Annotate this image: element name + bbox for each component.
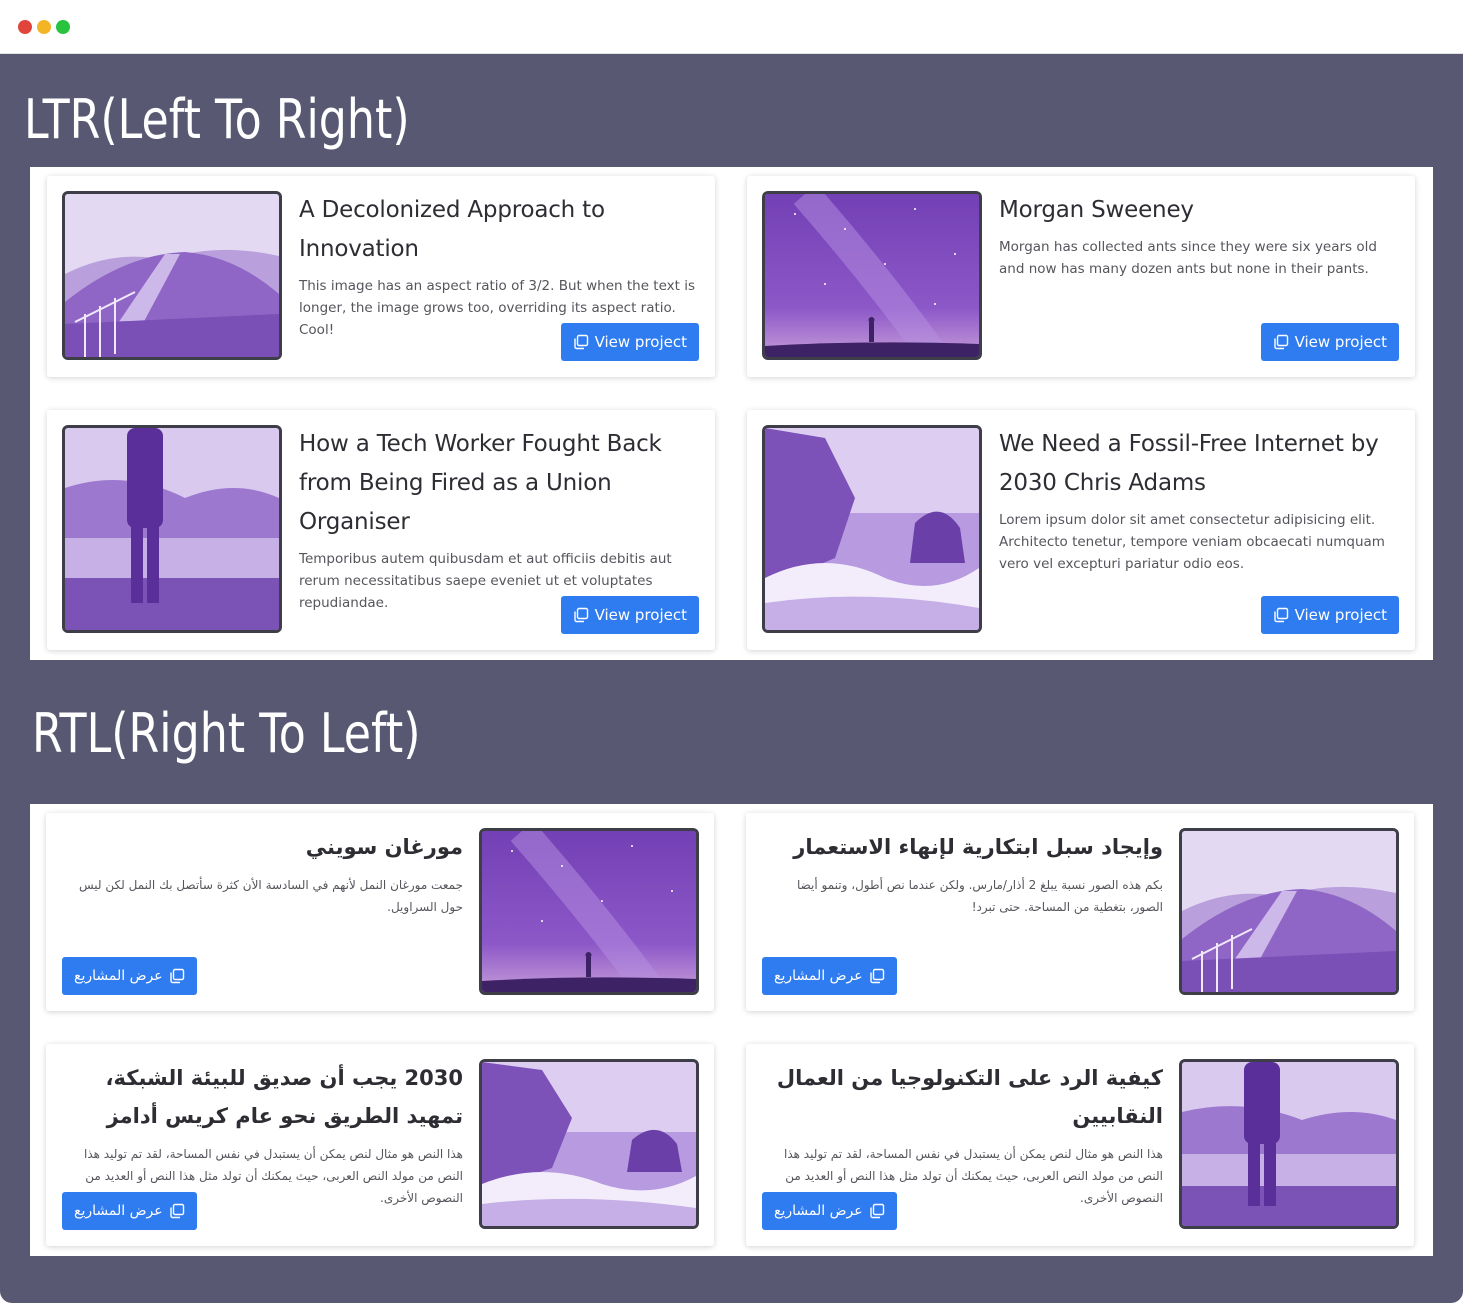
button-label: عرض المشاريع <box>774 968 863 984</box>
project-image <box>62 191 282 360</box>
button-label: View project <box>1294 606 1387 624</box>
card-title: كيفية الرد على التكنولوجيا من العمال الن… <box>776 1066 1163 1128</box>
button-label: عرض المشاريع <box>774 1203 863 1219</box>
project-card: 2030 يجب أن صديق للبيئة الشبكة، تمهيد ال… <box>46 1044 714 1246</box>
card-title: We Need a Fossil-Free Internet by 2030 C… <box>999 431 1379 496</box>
card-title: مورغان سويني <box>305 835 463 859</box>
mountain-path-image <box>1182 831 1396 992</box>
copy-icon <box>573 607 588 623</box>
copy-icon <box>869 1203 884 1219</box>
project-card: Morgan Sweeney Morgan has collected ants… <box>747 176 1415 377</box>
project-card: We Need a Fossil-Free Internet by 2030 C… <box>747 410 1415 650</box>
card-body: 2030 يجب أن صديق للبيئة الشبكة، تمهيد ال… <box>61 1059 463 1209</box>
close-window-button[interactable] <box>18 20 32 34</box>
project-image <box>62 425 282 633</box>
button-label: View project <box>594 606 687 624</box>
project-image <box>1179 1059 1399 1229</box>
project-card: كيفية الرد على التكنولوجيا من العمال الن… <box>746 1044 1414 1246</box>
copy-icon <box>169 1203 184 1219</box>
project-card: How a Tech Worker Fought Back from Being… <box>47 410 715 650</box>
demo-canvas: LTR(Left To Right) A Decolonized Approac… <box>0 54 1463 1303</box>
rtl-card-grid: وإيجاد سبل ابتكارية لإنهاء الاستعمار بكم… <box>30 804 1433 1256</box>
card-body: Morgan Sweeney Morgan has collected ants… <box>999 191 1399 280</box>
view-project-button[interactable]: View project <box>1260 323 1399 361</box>
copy-icon <box>869 968 884 984</box>
card-description: بكم هذه الصور نسبة يبلغ 2 أذار/مارس. ولك… <box>796 878 1163 914</box>
card-title: وإيجاد سبل ابتكارية لإنهاء الاستعمار <box>793 835 1163 859</box>
person-lake-image <box>65 428 279 630</box>
view-project-button[interactable]: View project <box>560 323 699 361</box>
window-title-bar <box>0 0 1463 54</box>
project-card: وإيجاد سبل ابتكارية لإنهاء الاستعمار بكم… <box>746 813 1414 1011</box>
project-image <box>762 425 982 633</box>
mountain-path-image <box>65 194 279 357</box>
card-description: Morgan has collected ants since they wer… <box>999 239 1377 277</box>
sea-rocks-image <box>765 428 979 630</box>
view-project-button[interactable]: View project <box>1260 596 1399 634</box>
view-projects-button[interactable]: عرض المشاريع <box>762 1192 897 1230</box>
copy-icon <box>1273 607 1288 623</box>
card-body: We Need a Fossil-Free Internet by 2030 C… <box>999 425 1399 575</box>
person-lake-image <box>1182 1062 1396 1226</box>
view-projects-button[interactable]: عرض المشاريع <box>62 1192 197 1230</box>
card-body: How a Tech Worker Fought Back from Being… <box>299 425 699 614</box>
card-title: 2030 يجب أن صديق للبيئة الشبكة، تمهيد ال… <box>105 1066 464 1128</box>
button-label: View project <box>594 333 687 351</box>
project-image <box>762 191 982 360</box>
card-description: جمعت مورغان النمل لأنهم في السادسة الأن … <box>79 878 463 914</box>
copy-icon <box>1273 334 1288 350</box>
button-label: عرض المشاريع <box>74 1203 163 1219</box>
copy-icon <box>169 968 184 984</box>
card-description: Lorem ipsum dolor sit amet consectetur a… <box>999 512 1385 572</box>
project-card: A Decolonized Approach to Innovation Thi… <box>47 176 715 377</box>
view-projects-button[interactable]: عرض المشاريع <box>762 957 897 995</box>
view-project-button[interactable]: View project <box>560 596 699 634</box>
card-title: How a Tech Worker Fought Back from Being… <box>299 431 662 535</box>
project-card: مورغان سويني جمعت مورغان النمل لأنهم في … <box>46 813 714 1011</box>
copy-icon <box>573 334 588 350</box>
starry-sky-image <box>482 831 696 992</box>
card-body: A Decolonized Approach to Innovation Thi… <box>299 191 699 341</box>
card-body: مورغان سويني جمعت مورغان النمل لأنهم في … <box>61 828 463 918</box>
project-image <box>479 1059 699 1229</box>
minimize-window-button[interactable] <box>37 20 51 34</box>
card-body: وإيجاد سبل ابتكارية لإنهاء الاستعمار بكم… <box>761 828 1163 918</box>
sea-rocks-image <box>482 1062 696 1226</box>
project-image <box>1179 828 1399 995</box>
maximize-window-button[interactable] <box>56 20 70 34</box>
starry-sky-image <box>765 194 979 357</box>
ltr-heading: LTR(Left To Right) <box>24 88 410 151</box>
card-title: Morgan Sweeney <box>999 197 1194 223</box>
button-label: عرض المشاريع <box>74 968 163 984</box>
view-projects-button[interactable]: عرض المشاريع <box>62 957 197 995</box>
project-image <box>479 828 699 995</box>
button-label: View project <box>1294 333 1387 351</box>
rtl-heading: RTL(Right To Left) <box>32 702 421 765</box>
card-body: كيفية الرد على التكنولوجيا من العمال الن… <box>761 1059 1163 1209</box>
card-title: A Decolonized Approach to Innovation <box>299 197 605 262</box>
ltr-card-grid: A Decolonized Approach to Innovation Thi… <box>30 167 1433 660</box>
